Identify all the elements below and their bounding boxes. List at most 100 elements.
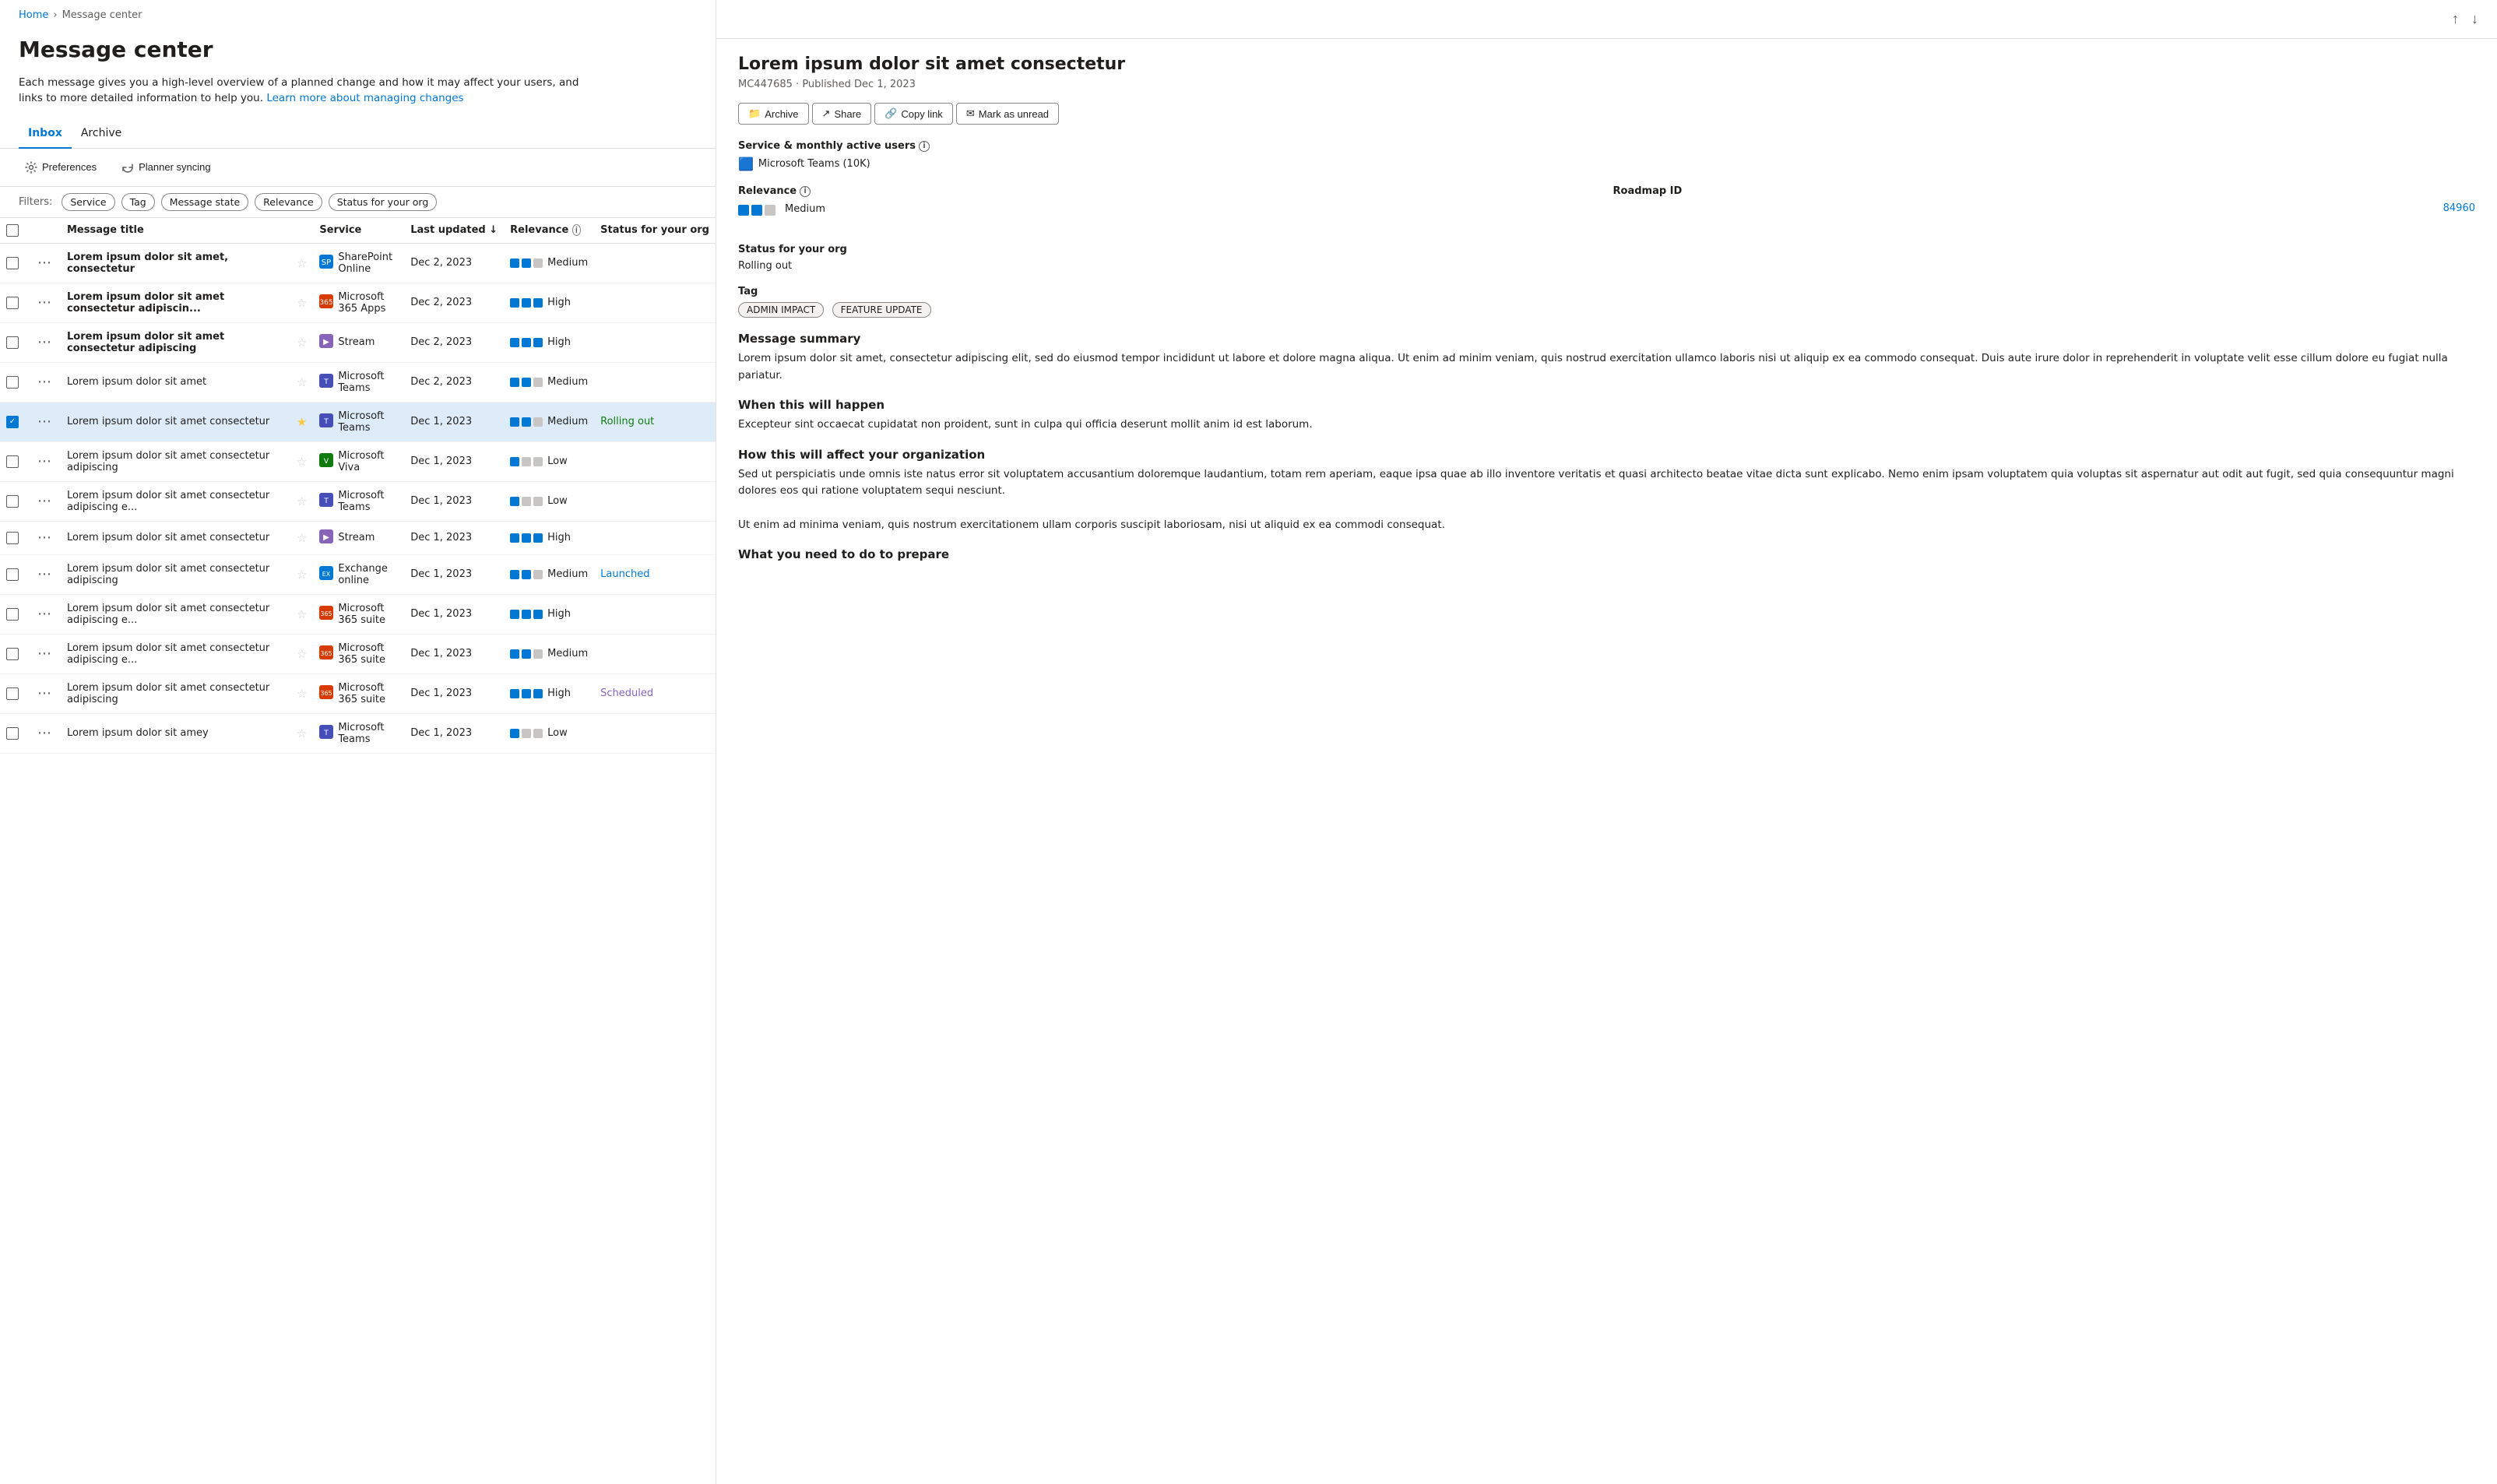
star-icon-10[interactable]: ☆ — [297, 647, 307, 661]
preferences-button[interactable]: Preferences — [19, 158, 103, 177]
learn-more-link[interactable]: Learn more about managing changes — [266, 92, 463, 104]
table-row[interactable]: ⋯Lorem ipsum dolor sit amet☆TMicrosoft T… — [0, 362, 716, 402]
row-menu-6[interactable]: ⋯ — [34, 493, 55, 510]
tab-inbox[interactable]: Inbox — [19, 119, 72, 149]
row-checkbox-1[interactable] — [6, 297, 19, 309]
table-row[interactable]: ⋯ Lorem ipsum dolor sit amet, consectetur… — [0, 243, 716, 283]
nav-up-button[interactable]: ↑ — [2449, 8, 2462, 30]
row-menu-0[interactable]: ⋯ — [34, 255, 55, 272]
row-checkbox-7[interactable] — [6, 532, 19, 544]
dot-1 — [522, 610, 531, 619]
row-title-8[interactable]: Lorem ipsum dolor sit amet consectetur a… — [61, 554, 290, 594]
table-row[interactable]: ⋯ Lorem ipsum dolor sit amet consectetur ☆… — [0, 521, 716, 554]
table-row[interactable]: ⋯Lorem ipsum dolor sit amey☆TMicrosoft T… — [0, 713, 716, 753]
table-row[interactable]: ⋯ Lorem ipsum dolor sit amet consectetur … — [0, 283, 716, 322]
row-star-cell: ☆ — [290, 673, 313, 713]
table-row[interactable]: ⋯ Lorem ipsum dolor sit amet consectetur … — [0, 322, 716, 362]
row-title-6[interactable]: Lorem ipsum dolor sit amet consectetur a… — [61, 481, 290, 521]
row-date-5: Dec 1, 2023 — [404, 441, 504, 481]
row-checkbox-5[interactable] — [6, 455, 19, 468]
filter-service[interactable]: Service — [62, 193, 114, 211]
share-button[interactable]: ↗ Share — [812, 103, 872, 125]
row-checkbox-10[interactable] — [6, 648, 19, 660]
row-title-11[interactable]: Lorem ipsum dolor sit amet consectetur a… — [61, 673, 290, 713]
row-checkbox-3[interactable] — [6, 376, 19, 389]
home-link[interactable]: Home — [19, 9, 48, 21]
relevance-section: Relevance i Medium — [738, 185, 1601, 216]
row-checkbox-4[interactable] — [6, 416, 19, 428]
dot-0 — [510, 610, 519, 619]
relevance-dots — [510, 610, 543, 619]
row-title-12[interactable]: Lorem ipsum dolor sit amey — [61, 713, 290, 753]
filter-message-state[interactable]: Message state — [161, 193, 248, 211]
row-title-10[interactable]: Lorem ipsum dolor sit amet consectetur a… — [61, 634, 290, 673]
row-checkbox-9[interactable] — [6, 608, 19, 621]
row-menu-2[interactable]: ⋯ — [34, 334, 55, 351]
star-icon-2[interactable]: ☆ — [297, 336, 307, 350]
filter-tag[interactable]: Tag — [121, 193, 155, 211]
row-title-1[interactable]: Lorem ipsum dolor sit amet consectetur a… — [61, 283, 290, 322]
star-icon-3[interactable]: ☆ — [297, 375, 307, 389]
row-menu-12[interactable]: ⋯ — [34, 725, 55, 742]
row-menu-10[interactable]: ⋯ — [34, 645, 55, 663]
star-icon-4[interactable]: ★ — [297, 415, 307, 429]
table-row[interactable]: ⋯ Lorem ipsum dolor sit amet consectetur … — [0, 673, 716, 713]
row-service-6: TMicrosoft Teams — [313, 481, 404, 521]
mark-unread-button[interactable]: ✉ Mark as unread — [956, 103, 1059, 125]
relevance-dots — [510, 570, 543, 579]
table-row[interactable]: ⋯ Lorem ipsum dolor sit amet consectetur … — [0, 634, 716, 673]
row-menu-9[interactable]: ⋯ — [34, 606, 55, 623]
star-icon-12[interactable]: ☆ — [297, 726, 307, 740]
service-info-icon[interactable]: i — [919, 141, 930, 152]
row-title-2[interactable]: Lorem ipsum dolor sit amet consectetur a… — [61, 322, 290, 362]
row-checkbox-0[interactable] — [6, 257, 19, 269]
row-menu-1[interactable]: ⋯ — [34, 294, 55, 311]
dot-2 — [533, 298, 543, 308]
row-status-12 — [594, 713, 716, 753]
header-last-updated[interactable]: Last updated ↓ — [404, 218, 504, 244]
star-icon-11[interactable]: ☆ — [297, 687, 307, 701]
row-checkbox-11[interactable] — [6, 687, 19, 700]
row-check-cell — [0, 283, 28, 322]
table-row[interactable]: ⋯ Lorem ipsum dolor sit amet consectetur … — [0, 441, 716, 481]
copy-link-button[interactable]: 🔗 Copy link — [874, 103, 953, 125]
filter-status[interactable]: Status for your org — [329, 193, 438, 211]
header-check[interactable] — [0, 218, 28, 244]
nav-down-button[interactable]: ↓ — [2468, 8, 2481, 30]
star-icon-9[interactable]: ☆ — [297, 607, 307, 621]
row-checkbox-2[interactable] — [6, 336, 19, 349]
roadmap-link[interactable]: 84960 — [2443, 202, 2475, 214]
row-title-4[interactable]: Lorem ipsum dolor sit amet consectetur — [61, 402, 290, 441]
table-row[interactable]: ⋯ Lorem ipsum dolor sit amet consectetur … — [0, 481, 716, 521]
row-checkbox-6[interactable] — [6, 495, 19, 508]
tab-archive[interactable]: Archive — [72, 119, 131, 149]
row-menu-8[interactable]: ⋯ — [34, 566, 55, 583]
planner-syncing-button[interactable]: Planner syncing — [115, 158, 217, 177]
star-icon-1[interactable]: ☆ — [297, 296, 307, 310]
star-icon-7[interactable]: ☆ — [297, 531, 307, 545]
row-status-5 — [594, 441, 716, 481]
row-menu-4[interactable]: ⋯ — [34, 413, 55, 431]
row-checkbox-8[interactable] — [6, 568, 19, 581]
row-title-5[interactable]: Lorem ipsum dolor sit amet consectetur a… — [61, 441, 290, 481]
star-icon-6[interactable]: ☆ — [297, 494, 307, 508]
row-title-0[interactable]: Lorem ipsum dolor sit amet, consectetur — [61, 243, 290, 283]
select-all-checkbox[interactable] — [6, 224, 19, 237]
row-menu-5[interactable]: ⋯ — [34, 453, 55, 470]
table-row[interactable]: ⋯ Lorem ipsum dolor sit amet consectetur ★… — [0, 402, 716, 441]
star-icon-5[interactable]: ☆ — [297, 455, 307, 469]
table-row[interactable]: ⋯ Lorem ipsum dolor sit amet consectetur … — [0, 554, 716, 594]
filter-relevance[interactable]: Relevance — [255, 193, 322, 211]
row-checkbox-12[interactable] — [6, 727, 19, 740]
relevance-info-icon[interactable]: i — [800, 186, 811, 197]
star-icon-0[interactable]: ☆ — [297, 256, 307, 270]
row-title-9[interactable]: Lorem ipsum dolor sit amet consectetur a… — [61, 594, 290, 634]
row-menu-3[interactable]: ⋯ — [34, 374, 55, 391]
row-menu-11[interactable]: ⋯ — [34, 685, 55, 702]
row-title-7[interactable]: Lorem ipsum dolor sit amet consectetur — [61, 521, 290, 554]
star-icon-8[interactable]: ☆ — [297, 568, 307, 582]
table-row[interactable]: ⋯ Lorem ipsum dolor sit amet consectetur … — [0, 594, 716, 634]
archive-button[interactable]: 📁 Archive — [738, 103, 809, 125]
row-title-3[interactable]: Lorem ipsum dolor sit amet — [61, 362, 290, 402]
row-menu-7[interactable]: ⋯ — [34, 529, 55, 547]
